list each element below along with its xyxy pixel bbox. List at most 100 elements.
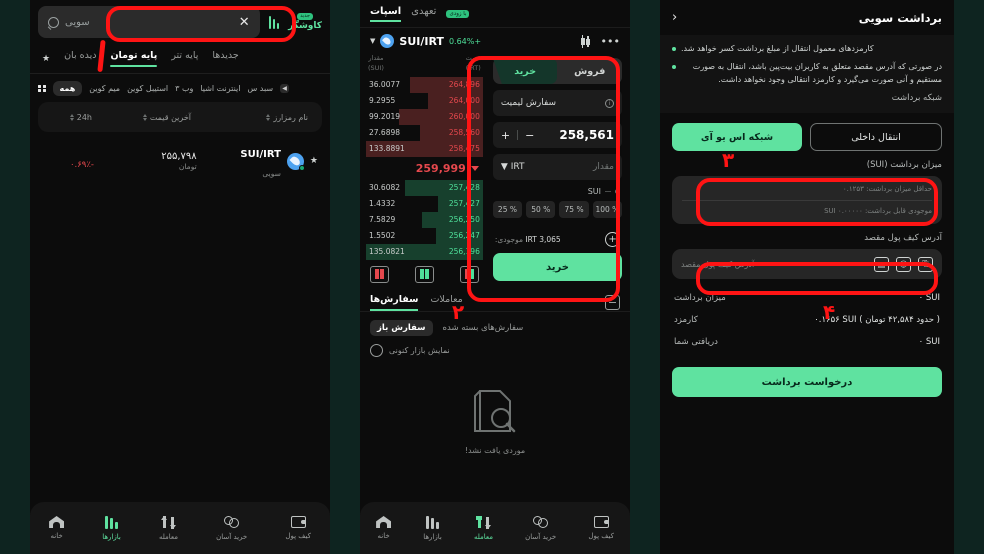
chip-all[interactable]: همه — [52, 81, 83, 96]
pair-selector[interactable]: +0.64% SUI/IRT ▼ — [370, 34, 481, 48]
price-input[interactable]: 258,561 − + — [492, 122, 622, 148]
submit-buy-button[interactable]: خرید — [492, 253, 622, 281]
percent-50[interactable]: 50 % — [526, 201, 556, 218]
view-both-icon[interactable] — [459, 265, 479, 283]
tab-spot[interactable]: اسپات — [370, 6, 402, 22]
header-price[interactable]: آخرین قیمت — [92, 113, 191, 122]
order-history-icon[interactable] — [605, 294, 620, 310]
tab-new[interactable]: جدیدها — [212, 50, 238, 67]
bid-price: 256,247 — [448, 231, 480, 240]
grid-view-icon[interactable] — [38, 84, 46, 93]
network-internal-transfer[interactable]: انتقال داخلی — [810, 123, 942, 152]
nav-markets[interactable]: بازارها — [102, 515, 121, 541]
bid-row[interactable]: 1.5502 256,247 — [366, 227, 483, 244]
bid-price: 257,428 — [448, 183, 480, 192]
nav-trade[interactable]: معامله — [159, 515, 178, 541]
balance-label: موجودی: — [494, 235, 523, 244]
chip-basket[interactable]: سبد س — [247, 84, 273, 93]
paste-icon[interactable]: ⎘ — [918, 256, 933, 272]
bid-price: 256,250 — [448, 215, 480, 224]
percent-100[interactable]: 100 % — [592, 201, 622, 218]
filter-open-orders[interactable]: سفارش باز — [370, 319, 433, 336]
decrement-button[interactable]: − — [525, 129, 534, 142]
ask-row[interactable]: 36.0077 264,896 — [366, 76, 483, 93]
clear-search-icon[interactable]: ✕ — [239, 15, 250, 30]
nav-home[interactable]: خانه — [49, 516, 65, 540]
nav-markets-label: بازارها — [102, 532, 121, 541]
home-icon — [376, 516, 392, 528]
amount-input[interactable]: مقدار ▼ IRT — [492, 154, 622, 180]
ask-row[interactable]: 9.2955 264,000 — [366, 92, 483, 109]
ask-amount: 27.6898 — [369, 128, 401, 137]
header-name[interactable]: نام رمزارز — [191, 113, 322, 122]
ob-amount-unit: (SUI) — [368, 63, 384, 72]
back-icon[interactable]: ‹ — [672, 10, 677, 25]
tab-tether-base[interactable]: پایه تتر — [171, 50, 198, 67]
price-value: 258,561 — [559, 128, 614, 142]
tab-futures[interactable]: تعهدی — [411, 6, 436, 22]
ask-row[interactable]: 133.8891 258,475 — [366, 140, 483, 157]
amount-slider[interactable]: SUI — [493, 180, 622, 201]
info-icon[interactable]: i — [605, 98, 614, 108]
header-change[interactable]: 24h — [38, 113, 92, 122]
increment-button[interactable]: + — [501, 129, 510, 142]
order-type-select[interactable]: i سفارش لیمیت — [492, 90, 622, 116]
toggle-circle-icon[interactable] — [370, 343, 383, 357]
bid-amount: 1.5502 — [369, 231, 396, 240]
sort-icon-change — [69, 113, 74, 121]
tab-orders[interactable]: سفارش‌ها — [370, 294, 419, 311]
withdraw-amount-input[interactable]: حداقل میزان برداشت: ۰.۱۲۵۳ موجودی قابل ب… — [672, 176, 942, 225]
bid-row[interactable]: 135.0821 256,196 — [366, 243, 483, 260]
chip-memecoin[interactable]: میم کوین — [89, 84, 120, 93]
percent-75[interactable]: 75 % — [559, 201, 589, 218]
tab-toman-base[interactable]: پایه تومان — [110, 50, 157, 67]
trend-down-icon — [470, 165, 479, 171]
ask-row[interactable]: 27.6898 258,560 — [366, 124, 483, 141]
ask-amount: 9.2955 — [369, 96, 396, 105]
current-market-toggle[interactable]: نمایش بازار کنونی — [360, 340, 630, 361]
view-bids-icon[interactable] — [414, 265, 434, 283]
scan-icon[interactable]: ▤ — [874, 256, 889, 272]
bid-amount: 1.4332 — [369, 199, 396, 208]
bid-row[interactable]: 30.6082 257,428 — [366, 179, 483, 196]
buy-tab[interactable]: خرید — [492, 58, 558, 84]
tab-watchlist[interactable]: دیده بان — [64, 50, 96, 67]
ask-row[interactable]: 99.2019 260,000 — [366, 108, 483, 125]
more-options-icon[interactable]: ••• — [601, 35, 620, 48]
chips-more-icon[interactable]: ◀ — [280, 84, 290, 93]
sell-tab[interactable]: فروش — [557, 58, 622, 84]
contact-icon[interactable]: ☺ — [896, 256, 911, 272]
chip-web3[interactable]: وب ۳ — [175, 84, 193, 93]
nav-easy-buy[interactable]: خرید آسان — [216, 515, 248, 541]
amount-unit-select[interactable]: ▼ IRT — [501, 162, 525, 172]
nav-trade[interactable]: معامله — [474, 515, 493, 541]
bullet-icon — [672, 47, 676, 51]
nav-easy-buy[interactable]: خرید آسان — [525, 515, 556, 541]
chip-iot[interactable]: اینترنت اشیا — [200, 84, 240, 93]
withdraw-header: برداشت سویی ‹ — [660, 0, 954, 35]
add-funds-icon[interactable]: + — [605, 232, 620, 247]
candlestick-chart-icon[interactable] — [580, 34, 591, 48]
orders-filters: سفارش‌های بسته شده سفارش باز — [360, 312, 630, 340]
percent-buttons: 100 % 75 % 50 % 25 % — [492, 201, 622, 218]
chip-stablecoin[interactable]: استیبل کوین — [127, 84, 168, 93]
bid-row[interactable]: 1.4332 257,427 — [366, 195, 483, 212]
withdraw-submit-button[interactable]: درخواست برداشت — [672, 367, 942, 398]
nav-easy-buy-label: خرید آسان — [216, 532, 248, 541]
nav-wallet[interactable]: کیف پول — [588, 516, 614, 540]
nav-home[interactable]: خانه — [376, 516, 392, 540]
search-input[interactable]: ✕ سویی — [38, 6, 260, 38]
explorer-chart-icon[interactable] — [268, 15, 280, 29]
bid-row[interactable]: 7.5829 256,250 — [366, 211, 483, 228]
favorite-star-icon[interactable]: ★ — [310, 156, 318, 166]
percent-25[interactable]: 25 % — [492, 201, 523, 218]
view-asks-icon[interactable] — [370, 265, 389, 283]
nav-wallet[interactable]: کیف پول — [285, 516, 311, 540]
nav-markets[interactable]: بازارها — [423, 515, 442, 541]
network-sui[interactable]: شبکه اس یو آی — [672, 123, 802, 152]
slider-handle[interactable] — [615, 189, 620, 194]
table-row[interactable]: ★ SUI/IRT سویی ۲۵۵,۷۹۸ تومان -۰.۶۹٪ — [30, 132, 330, 190]
destination-address-input[interactable]: ⎘ ☺ ▤ آدرس کیف پول مقصد — [672, 249, 942, 280]
row-price: ۲۵۵,۷۹۸ — [161, 151, 197, 162]
filter-closed-orders[interactable]: سفارش‌های بسته شده — [443, 323, 524, 333]
